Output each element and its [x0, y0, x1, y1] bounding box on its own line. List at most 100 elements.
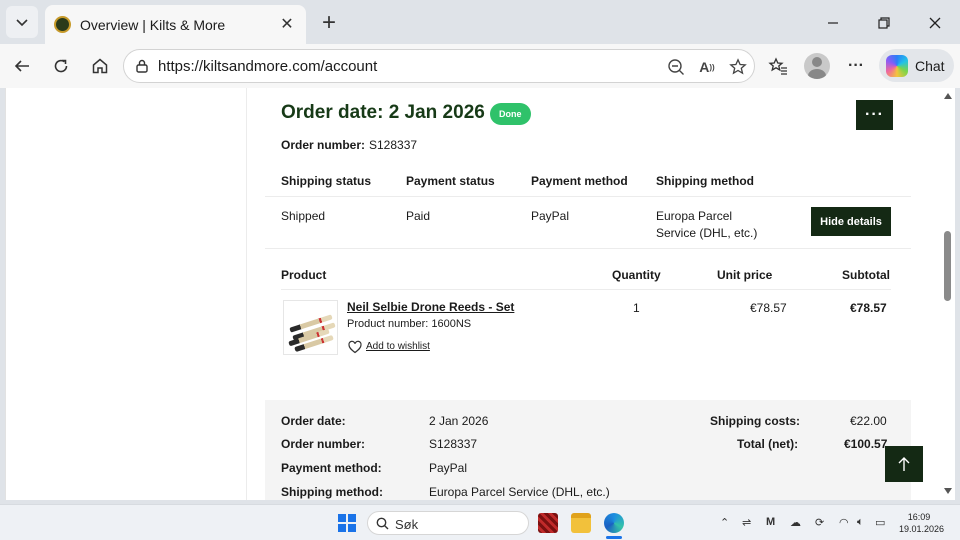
order-number-value: S128337: [369, 138, 418, 152]
payment-method-value: PayPal: [531, 209, 570, 223]
sync-icon[interactable]: ⟳: [815, 516, 824, 529]
summary-shipping-method-label: Shipping method:: [281, 485, 383, 499]
header-shipping-status: Shipping status: [281, 174, 371, 188]
product-unit-price: €78.57: [750, 301, 787, 315]
show-hidden-icons-icon[interactable]: ⌃: [720, 516, 729, 529]
refresh-button[interactable]: [47, 52, 75, 80]
product-name-link[interactable]: Neil Selbie Drone Reeds - Set: [347, 300, 514, 314]
product-number: Product number: 1600NS: [347, 318, 472, 330]
site-favicon-icon: [54, 16, 71, 33]
file-explorer-icon[interactable]: [571, 513, 591, 533]
copilot-icon: [886, 54, 908, 77]
header-unit-price: Unit price: [717, 268, 773, 282]
url-text[interactable]: https://kiltsandmore.com/account: [158, 58, 377, 75]
chevron-down-icon: [16, 19, 28, 27]
battery-icon[interactable]: ▭: [875, 516, 885, 529]
shipping-status-value: Shipped: [281, 209, 326, 223]
browser-tab[interactable]: Overview | Kilts & More ✕: [45, 5, 306, 44]
header-payment-status: Payment status: [406, 174, 495, 188]
home-button[interactable]: [86, 52, 114, 80]
wifi-icon[interactable]: ◠: [839, 516, 849, 529]
summary-shipping-costs-value: €22.00: [850, 414, 887, 428]
minimize-button[interactable]: [820, 10, 846, 36]
scrollbar-thumb[interactable]: [944, 231, 951, 301]
browser-toolbar: https://kiltsandmore.com/account A)) ···…: [0, 44, 960, 88]
taskbar-clock[interactable]: 16:09 19.01.2026: [899, 511, 945, 535]
favorite-star-icon[interactable]: [728, 57, 748, 77]
active-app-indicator: [606, 536, 622, 539]
volume-icon[interactable]: 🔈︎: [857, 516, 864, 529]
taskbar-search[interactable]: Søk: [367, 511, 529, 535]
chat-label: Chat: [915, 57, 945, 74]
summary-order-date-label: Order date:: [281, 414, 346, 428]
taskbar-app-icon[interactable]: [538, 513, 558, 533]
favorites-list-icon: [768, 57, 787, 75]
tab-list-button[interactable]: [6, 6, 38, 38]
clock-date: 19.01.2026: [899, 524, 945, 534]
tray-settings-icon[interactable]: ⇌: [742, 516, 751, 529]
order-detail: Order date: 2 Jan 2026 Done ··· Order nu…: [265, 88, 911, 500]
summary-shipping-method-value: Europa Parcel Service (DHL, etc.): [429, 485, 610, 499]
summary-order-number-label: Order number:: [281, 437, 366, 451]
order-date-title: Order date: 2 Jan 2026: [281, 102, 485, 123]
shipping-method-value-line1: Europa Parcel: [656, 209, 733, 223]
more-options-button[interactable]: ···: [842, 52, 870, 80]
copilot-chat-button[interactable]: Chat: [879, 49, 954, 82]
search-placeholder: Søk: [395, 517, 419, 532]
new-tab-button[interactable]: +: [316, 9, 342, 36]
header-subtotal: Subtotal: [842, 268, 890, 282]
summary-order-number-value: S128337: [429, 437, 478, 451]
clock-time: 16:09: [907, 512, 931, 522]
page-viewport: Order date: 2 Jan 2026 Done ··· Order nu…: [5, 88, 941, 500]
search-icon: [376, 517, 389, 530]
summary-total-label: Total (net):: [737, 437, 799, 451]
order-more-button[interactable]: ···: [856, 100, 893, 130]
tab-title: Overview | Kilts & More: [80, 16, 226, 33]
header-shipping-method: Shipping method: [656, 174, 754, 188]
divider: [265, 248, 911, 249]
back-to-top-button[interactable]: [885, 446, 923, 482]
header-quantity: Quantity: [612, 268, 661, 282]
windows-taskbar: Søk ⌃ ⇌ M ☁ ⟳ ◠ 🔈︎ ▭ 16:09 19.01.2026: [0, 504, 960, 540]
header-product: Product: [281, 268, 327, 282]
account-sidebar: [6, 88, 247, 500]
edge-browser-icon[interactable]: [604, 513, 624, 533]
scroll-up-arrow-icon[interactable]: [944, 93, 952, 99]
close-window-button[interactable]: [922, 10, 948, 36]
product-subtotal: €78.57: [850, 301, 887, 315]
refresh-icon: [54, 59, 68, 73]
close-tab-icon[interactable]: ✕: [278, 15, 296, 33]
scroll-down-arrow-icon[interactable]: [944, 488, 952, 494]
read-aloud-icon[interactable]: A)): [697, 57, 717, 77]
status-badge: Done: [490, 103, 531, 125]
onedrive-icon[interactable]: ☁: [790, 516, 801, 529]
zoom-out-icon[interactable]: [666, 57, 686, 77]
profile-avatar[interactable]: [804, 53, 830, 79]
add-to-wishlist-link[interactable]: Add to wishlist: [366, 341, 430, 352]
back-button[interactable]: [8, 52, 36, 80]
heart-icon[interactable]: [348, 340, 362, 354]
summary-total-value: €100.57: [844, 437, 888, 451]
payment-status-value: Paid: [406, 209, 431, 223]
tab-bar: Overview | Kilts & More ✕ +: [0, 0, 960, 44]
address-bar[interactable]: https://kiltsandmore.com/account A)): [123, 49, 755, 83]
shipping-method-value-line2: Service (DHL, etc.): [656, 226, 758, 240]
divider: [281, 289, 891, 290]
page-scrollbar[interactable]: [941, 88, 955, 500]
order-number-label: Order number:: [281, 138, 366, 152]
restore-button[interactable]: [871, 10, 897, 36]
lock-icon: [136, 59, 148, 73]
arrow-up-icon: [898, 457, 910, 471]
hide-details-button[interactable]: Hide details: [811, 207, 891, 236]
summary-shipping-costs-label: Shipping costs:: [710, 414, 800, 428]
back-arrow-icon: [14, 60, 29, 72]
home-icon: [92, 58, 108, 74]
product-quantity: 1: [633, 301, 640, 315]
summary-payment-method-label: Payment method:: [281, 461, 382, 475]
summary-order-date-value: 2 Jan 2026: [429, 414, 489, 428]
favorites-button[interactable]: [764, 52, 792, 80]
windows-start-icon[interactable]: [338, 514, 356, 532]
product-image[interactable]: [283, 300, 338, 355]
tray-app-icon[interactable]: M: [766, 516, 775, 528]
summary-payment-method-value: PayPal: [429, 461, 468, 475]
